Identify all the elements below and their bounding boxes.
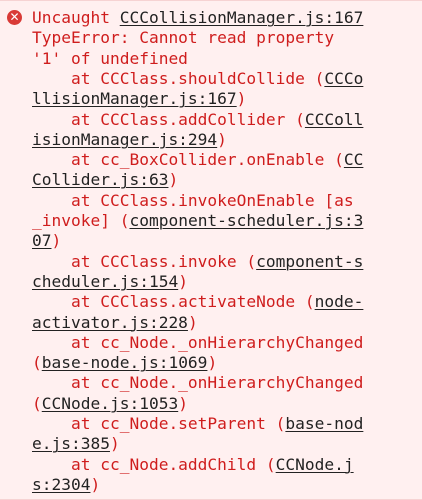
- stack-trace-line: Uncaught CCCollisionManager.js:167: [32, 7, 363, 28]
- stack-trace-line: e.js:385): [32, 433, 120, 454]
- error-text: ): [178, 393, 188, 413]
- stack-trace-line: at cc_BoxCollider.onEnable (CC: [32, 149, 363, 170]
- error-text: at cc_Node._onHierarchyChanged: [32, 373, 364, 393]
- source-file-link[interactable]: CC: [344, 150, 364, 169]
- source-file-link[interactable]: Collider.js:63: [32, 170, 168, 189]
- error-text: ): [178, 271, 188, 291]
- stack-trace-line: (base-node.js:1069): [32, 352, 217, 373]
- source-file-link[interactable]: component-s: [256, 252, 363, 271]
- error-text: (: [32, 393, 42, 413]
- stack-trace-line: at CCClass.invoke (component-s: [32, 251, 363, 272]
- stack-trace-line: llisionManager.js:167): [32, 88, 246, 109]
- error-text: at CCClass.invokeOnEnable [as: [32, 190, 354, 210]
- error-text: (: [32, 353, 42, 373]
- source-file-link[interactable]: e.js:385: [32, 434, 110, 453]
- source-file-link[interactable]: 07: [32, 231, 52, 250]
- error-text: at CCClass.shouldCollide (: [32, 68, 325, 88]
- error-text: _invoke] (: [32, 211, 130, 230]
- source-file-link[interactable]: component-scheduler.js:3: [129, 211, 363, 230]
- stack-trace-line: at CCClass.addCollider (CCColl: [32, 109, 363, 130]
- source-file-link[interactable]: CCCollisionManager.js:167: [120, 8, 364, 27]
- error-text: '1' of undefined: [32, 48, 188, 68]
- stack-trace-line: isionManager.js:294): [32, 129, 227, 150]
- stack-trace-line: '1' of undefined: [32, 48, 188, 69]
- stack-trace-line: _invoke] (component-scheduler.js:3: [32, 210, 363, 231]
- source-file-link[interactable]: cheduler.js:154: [32, 272, 178, 291]
- error-text: at cc_Node.setParent (: [32, 414, 286, 433]
- stack-trace-line: 07): [32, 230, 61, 251]
- error-text: at cc_Node.addChild (: [32, 454, 276, 474]
- error-text: at CCClass.activateNode (: [32, 292, 315, 312]
- source-file-link[interactable]: node-: [315, 292, 364, 311]
- error-text: Uncaught: [32, 8, 120, 27]
- stack-trace-line: (CCNode.js:1053): [32, 393, 188, 414]
- error-text: ): [217, 129, 227, 149]
- error-text: ): [168, 170, 179, 190]
- source-file-link[interactable]: base-node.js:1069: [42, 353, 208, 372]
- stack-trace-line: at CCClass.activateNode (node-: [32, 291, 363, 312]
- stack-trace-line: at cc_Node.addChild (CCNode.j: [32, 454, 354, 475]
- error-text: at CCClass.invoke (: [32, 251, 257, 271]
- error-text: ): [236, 89, 247, 109]
- error-text: TypeError: Cannot read property: [32, 28, 335, 48]
- source-file-link[interactable]: isionManager.js:294: [32, 130, 217, 149]
- stack-trace-line: at CCClass.shouldCollide (CCCo: [32, 68, 363, 89]
- error-text: ): [207, 353, 218, 373]
- source-file-link[interactable]: CCCo: [324, 69, 363, 88]
- error-text: at cc_BoxCollider.onEnable (: [32, 150, 344, 170]
- stack-trace-line: TypeError: Cannot read property: [32, 27, 334, 48]
- error-text: ): [51, 231, 62, 251]
- stack-trace-line: at CCClass.invokeOnEnable [as: [32, 190, 354, 211]
- error-text: at cc_Node._onHierarchyChanged: [32, 332, 364, 352]
- source-file-link[interactable]: CCColl: [305, 110, 363, 129]
- stack-trace-line: activator.js:228): [32, 312, 198, 333]
- stack-trace-line: cheduler.js:154): [32, 271, 188, 292]
- source-file-link[interactable]: s:2304: [32, 475, 90, 494]
- stack-trace-line: at cc_Node._onHierarchyChanged: [32, 332, 363, 353]
- source-file-link[interactable]: activator.js:228: [32, 313, 188, 332]
- error-circle-icon: ✕: [7, 10, 22, 25]
- source-file-link[interactable]: CCNode.j: [276, 455, 354, 474]
- source-file-link[interactable]: base-nod: [285, 414, 363, 433]
- source-file-link[interactable]: CCNode.js:1053: [42, 394, 178, 413]
- source-file-link[interactable]: llisionManager.js:167: [32, 89, 237, 108]
- error-text: ): [187, 312, 198, 332]
- error-text: ): [90, 474, 101, 494]
- stack-trace-line: at cc_Node._onHierarchyChanged: [32, 372, 363, 393]
- stack-trace-line: Collider.js:63): [32, 169, 178, 190]
- stack-trace-line: at cc_Node.setParent (base-nod: [32, 413, 363, 434]
- error-text: ): [109, 434, 120, 454]
- stack-trace-line: s:2304): [32, 474, 100, 495]
- error-text: at CCClass.addCollider (: [32, 109, 305, 129]
- console-error-message: ✕ Uncaught CCCollisionManager.js:167 Type…: [0, 0, 422, 500]
